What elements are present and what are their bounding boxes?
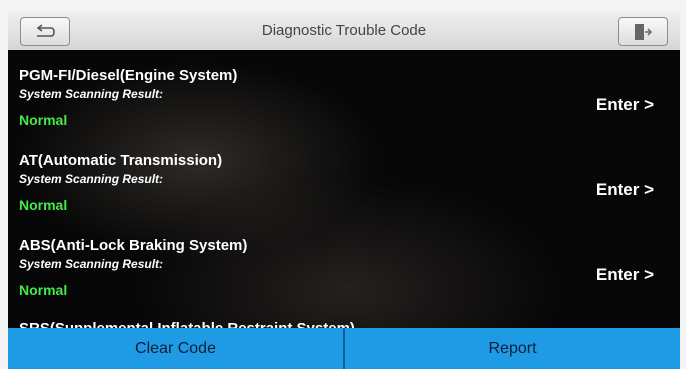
- status-text: Normal: [19, 282, 68, 298]
- footer-bar: Clear Code Report: [8, 328, 680, 369]
- diagnostic-screen: Diagnostic Trouble Code PGM-FI/Diesel(En…: [8, 12, 680, 369]
- system-list: PGM-FI/Diesel(Engine System) System Scan…: [8, 50, 680, 328]
- enter-button-abs[interactable]: Enter >: [596, 265, 654, 285]
- exit-button[interactable]: [618, 17, 668, 46]
- scan-result-label: System Scanning Result:: [19, 172, 164, 186]
- page-title: Diagnostic Trouble Code: [261, 22, 427, 39]
- system-item-abs[interactable]: ABS(Anti-Lock Braking System) System Sca…: [19, 237, 659, 298]
- system-item-engine[interactable]: PGM-FI/Diesel(Engine System) System Scan…: [19, 67, 659, 128]
- system-item-transmission[interactable]: AT(Automatic Transmission) System Scanni…: [19, 152, 659, 213]
- back-button[interactable]: [20, 17, 70, 46]
- clear-code-button[interactable]: Clear Code: [8, 328, 343, 369]
- system-name: PGM-FI/Diesel(Engine System): [19, 67, 238, 84]
- status-text: Normal: [19, 197, 68, 213]
- status-text: Normal: [19, 112, 68, 128]
- scan-result-label: System Scanning Result:: [19, 257, 164, 271]
- system-name: SRS(Supplemental Inflatable Restraint Sy…: [19, 320, 659, 328]
- exit-door-icon: [635, 23, 653, 40]
- header-bar: Diagnostic Trouble Code: [8, 12, 680, 51]
- enter-button-transmission[interactable]: Enter >: [596, 180, 654, 200]
- system-name: AT(Automatic Transmission): [19, 152, 223, 169]
- enter-button-engine[interactable]: Enter >: [596, 95, 654, 115]
- back-arrow-icon: [36, 23, 55, 37]
- system-name: ABS(Anti-Lock Braking System): [19, 237, 248, 254]
- system-item-srs[interactable]: SRS(Supplemental Inflatable Restraint Sy…: [19, 320, 659, 328]
- scan-result-label: System Scanning Result:: [19, 87, 164, 101]
- report-button[interactable]: Report: [343, 328, 680, 369]
